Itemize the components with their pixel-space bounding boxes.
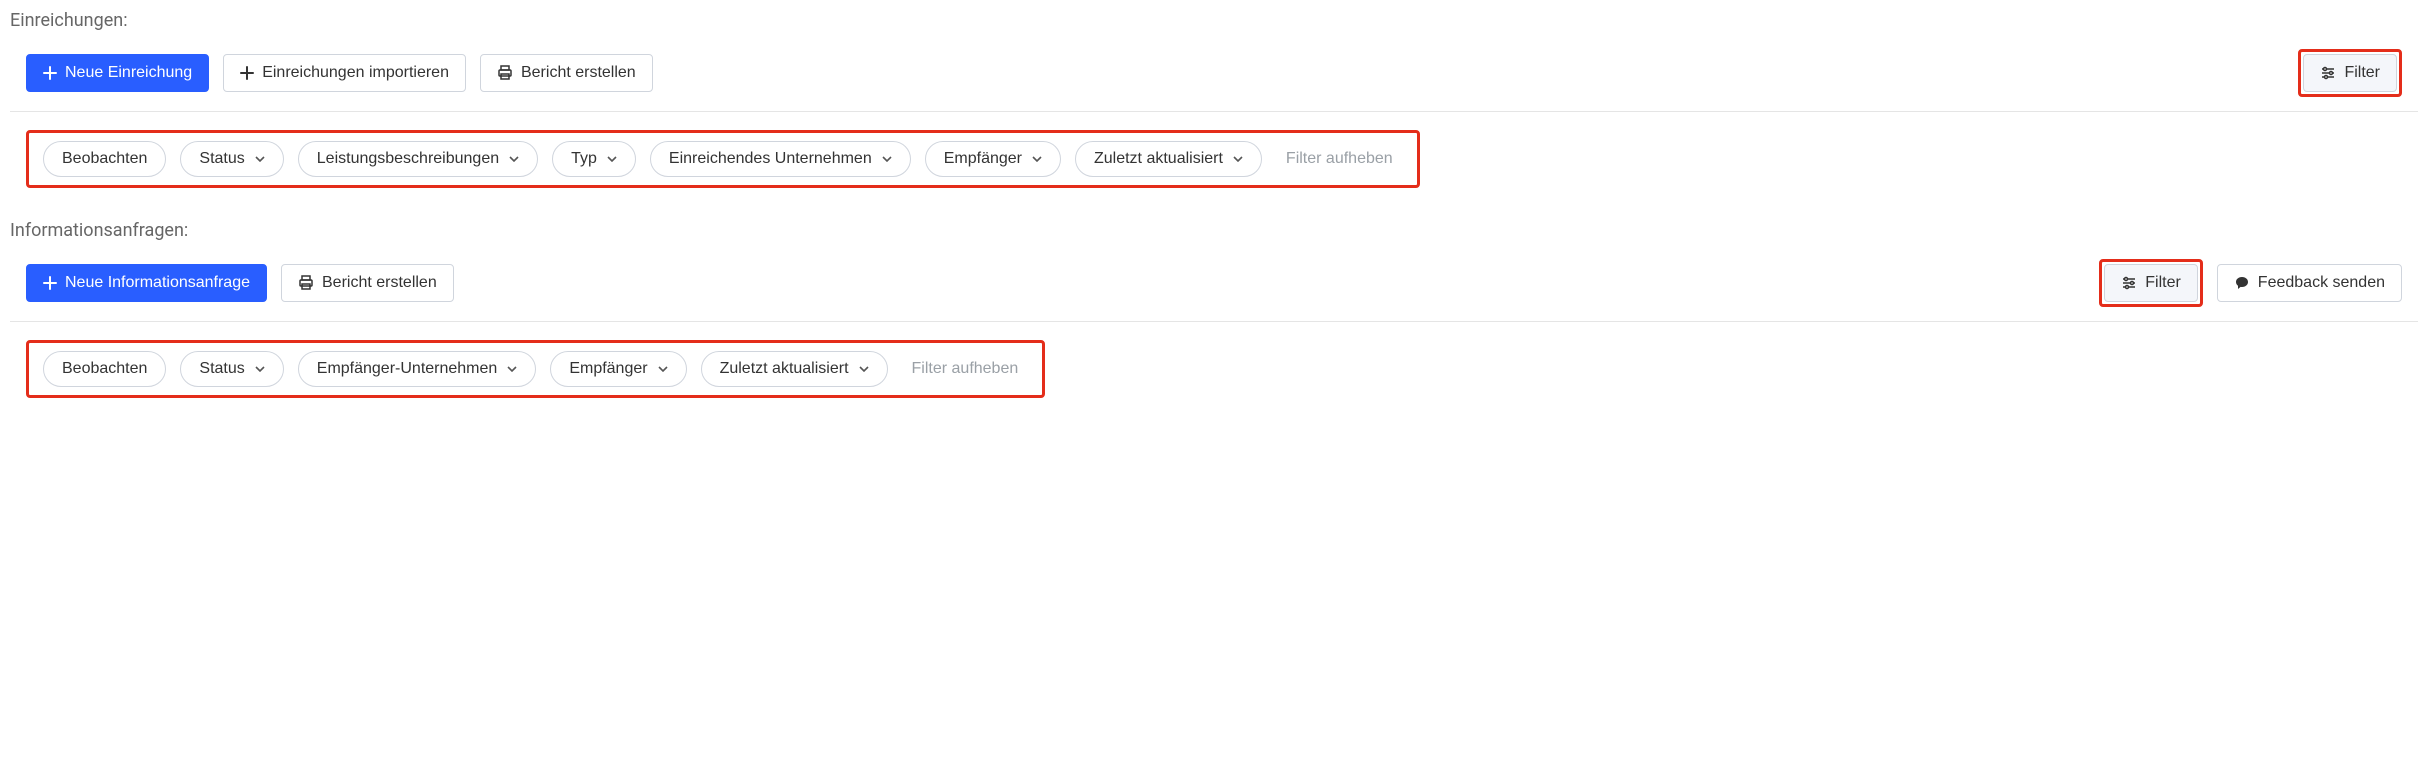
plus-icon bbox=[240, 66, 254, 80]
import-submissions-button[interactable]: Einreichungen importieren bbox=[223, 54, 466, 92]
filter-button-label: Filter bbox=[2344, 64, 2380, 82]
filter-chip-submitting-company[interactable]: Einreichendes Unternehmen bbox=[650, 141, 911, 177]
speech-bubble-icon bbox=[2234, 275, 2250, 291]
printer-icon bbox=[298, 275, 314, 291]
plus-icon bbox=[43, 66, 57, 80]
filter-chip-status[interactable]: Status bbox=[180, 141, 283, 177]
filter-chip-label: Einreichendes Unternehmen bbox=[669, 150, 872, 168]
filter-chip-label: Empfänger-Unternehmen bbox=[317, 360, 498, 378]
filter-button[interactable]: Filter bbox=[2104, 264, 2198, 302]
filter-chip-watch[interactable]: Beobachten bbox=[43, 141, 166, 177]
create-report-button[interactable]: Bericht erstellen bbox=[281, 264, 454, 302]
filter-chip-type[interactable]: Typ bbox=[552, 141, 636, 177]
filter-button-label: Filter bbox=[2145, 274, 2181, 292]
printer-icon bbox=[497, 65, 513, 81]
sliders-icon bbox=[2121, 275, 2137, 291]
caret-down-icon bbox=[507, 366, 517, 372]
send-feedback-label: Feedback senden bbox=[2258, 274, 2385, 292]
filter-chip-recipient[interactable]: Empfänger bbox=[550, 351, 686, 387]
filter-chip-recipient-company[interactable]: Empfänger-Unternehmen bbox=[298, 351, 537, 387]
clear-filters-button[interactable]: Filter aufheben bbox=[902, 352, 1029, 386]
filter-chip-label: Beobachten bbox=[62, 150, 147, 168]
filter-chip-status[interactable]: Status bbox=[180, 351, 283, 387]
filter-chip-label: Status bbox=[199, 150, 244, 168]
filter-chip-watch[interactable]: Beobachten bbox=[43, 351, 166, 387]
submissions-title: Einreichungen: bbox=[10, 10, 2418, 31]
new-submission-button[interactable]: Neue Einreichung bbox=[26, 54, 209, 92]
new-info-request-label: Neue Informationsanfrage bbox=[65, 274, 250, 292]
filter-chip-label: Zuletzt aktualisiert bbox=[720, 360, 849, 378]
filter-chip-label: Empfänger bbox=[944, 150, 1022, 168]
filter-chip-label: Leistungsbeschreibungen bbox=[317, 150, 499, 168]
import-submissions-label: Einreichungen importieren bbox=[262, 64, 449, 82]
caret-down-icon bbox=[509, 156, 519, 162]
caret-down-icon bbox=[882, 156, 892, 162]
filter-chip-recipient[interactable]: Empfänger bbox=[925, 141, 1061, 177]
filter-button-highlight: Filter bbox=[2298, 49, 2402, 97]
filter-button[interactable]: Filter bbox=[2303, 54, 2397, 92]
caret-down-icon bbox=[859, 366, 869, 372]
new-submission-label: Neue Einreichung bbox=[65, 64, 192, 82]
filter-chip-descriptions[interactable]: Leistungsbeschreibungen bbox=[298, 141, 538, 177]
filter-chip-last-updated[interactable]: Zuletzt aktualisiert bbox=[701, 351, 888, 387]
filter-chip-label: Zuletzt aktualisiert bbox=[1094, 150, 1223, 168]
info-requests-section: Informationsanfragen: Neue Informationsa… bbox=[10, 220, 2418, 426]
filter-chip-label: Status bbox=[199, 360, 244, 378]
submissions-filters: Beobachten Status Leistungsbeschreibunge… bbox=[26, 130, 1420, 188]
filter-button-highlight: Filter bbox=[2099, 259, 2203, 307]
filter-chip-label: Beobachten bbox=[62, 360, 147, 378]
info-requests-filters: Beobachten Status Empfänger-Unternehmen … bbox=[26, 340, 1045, 398]
caret-down-icon bbox=[255, 156, 265, 162]
sliders-icon bbox=[2320, 65, 2336, 81]
create-report-label: Bericht erstellen bbox=[322, 274, 437, 292]
clear-filters-button[interactable]: Filter aufheben bbox=[1276, 142, 1403, 176]
submissions-filters-wrap: Beobachten Status Leistungsbeschreibunge… bbox=[26, 130, 1420, 188]
info-requests-title: Informationsanfragen: bbox=[10, 220, 2418, 241]
submissions-toolbar: Neue Einreichung Einreichungen importier… bbox=[10, 49, 2418, 112]
create-report-label: Bericht erstellen bbox=[521, 64, 636, 82]
caret-down-icon bbox=[1032, 156, 1042, 162]
filter-chip-label: Typ bbox=[571, 150, 597, 168]
info-requests-toolbar: Neue Informationsanfrage Bericht erstell… bbox=[10, 259, 2418, 322]
caret-down-icon bbox=[255, 366, 265, 372]
send-feedback-button[interactable]: Feedback senden bbox=[2217, 264, 2402, 302]
submissions-section: Einreichungen: Neue Einreichung Einreich… bbox=[10, 10, 2418, 216]
caret-down-icon bbox=[1233, 156, 1243, 162]
filter-chip-last-updated[interactable]: Zuletzt aktualisiert bbox=[1075, 141, 1262, 177]
plus-icon bbox=[43, 276, 57, 290]
create-report-button[interactable]: Bericht erstellen bbox=[480, 54, 653, 92]
new-info-request-button[interactable]: Neue Informationsanfrage bbox=[26, 264, 267, 302]
caret-down-icon bbox=[658, 366, 668, 372]
info-requests-filters-wrap: Beobachten Status Empfänger-Unternehmen … bbox=[26, 340, 1045, 398]
caret-down-icon bbox=[607, 156, 617, 162]
filter-chip-label: Empfänger bbox=[569, 360, 647, 378]
